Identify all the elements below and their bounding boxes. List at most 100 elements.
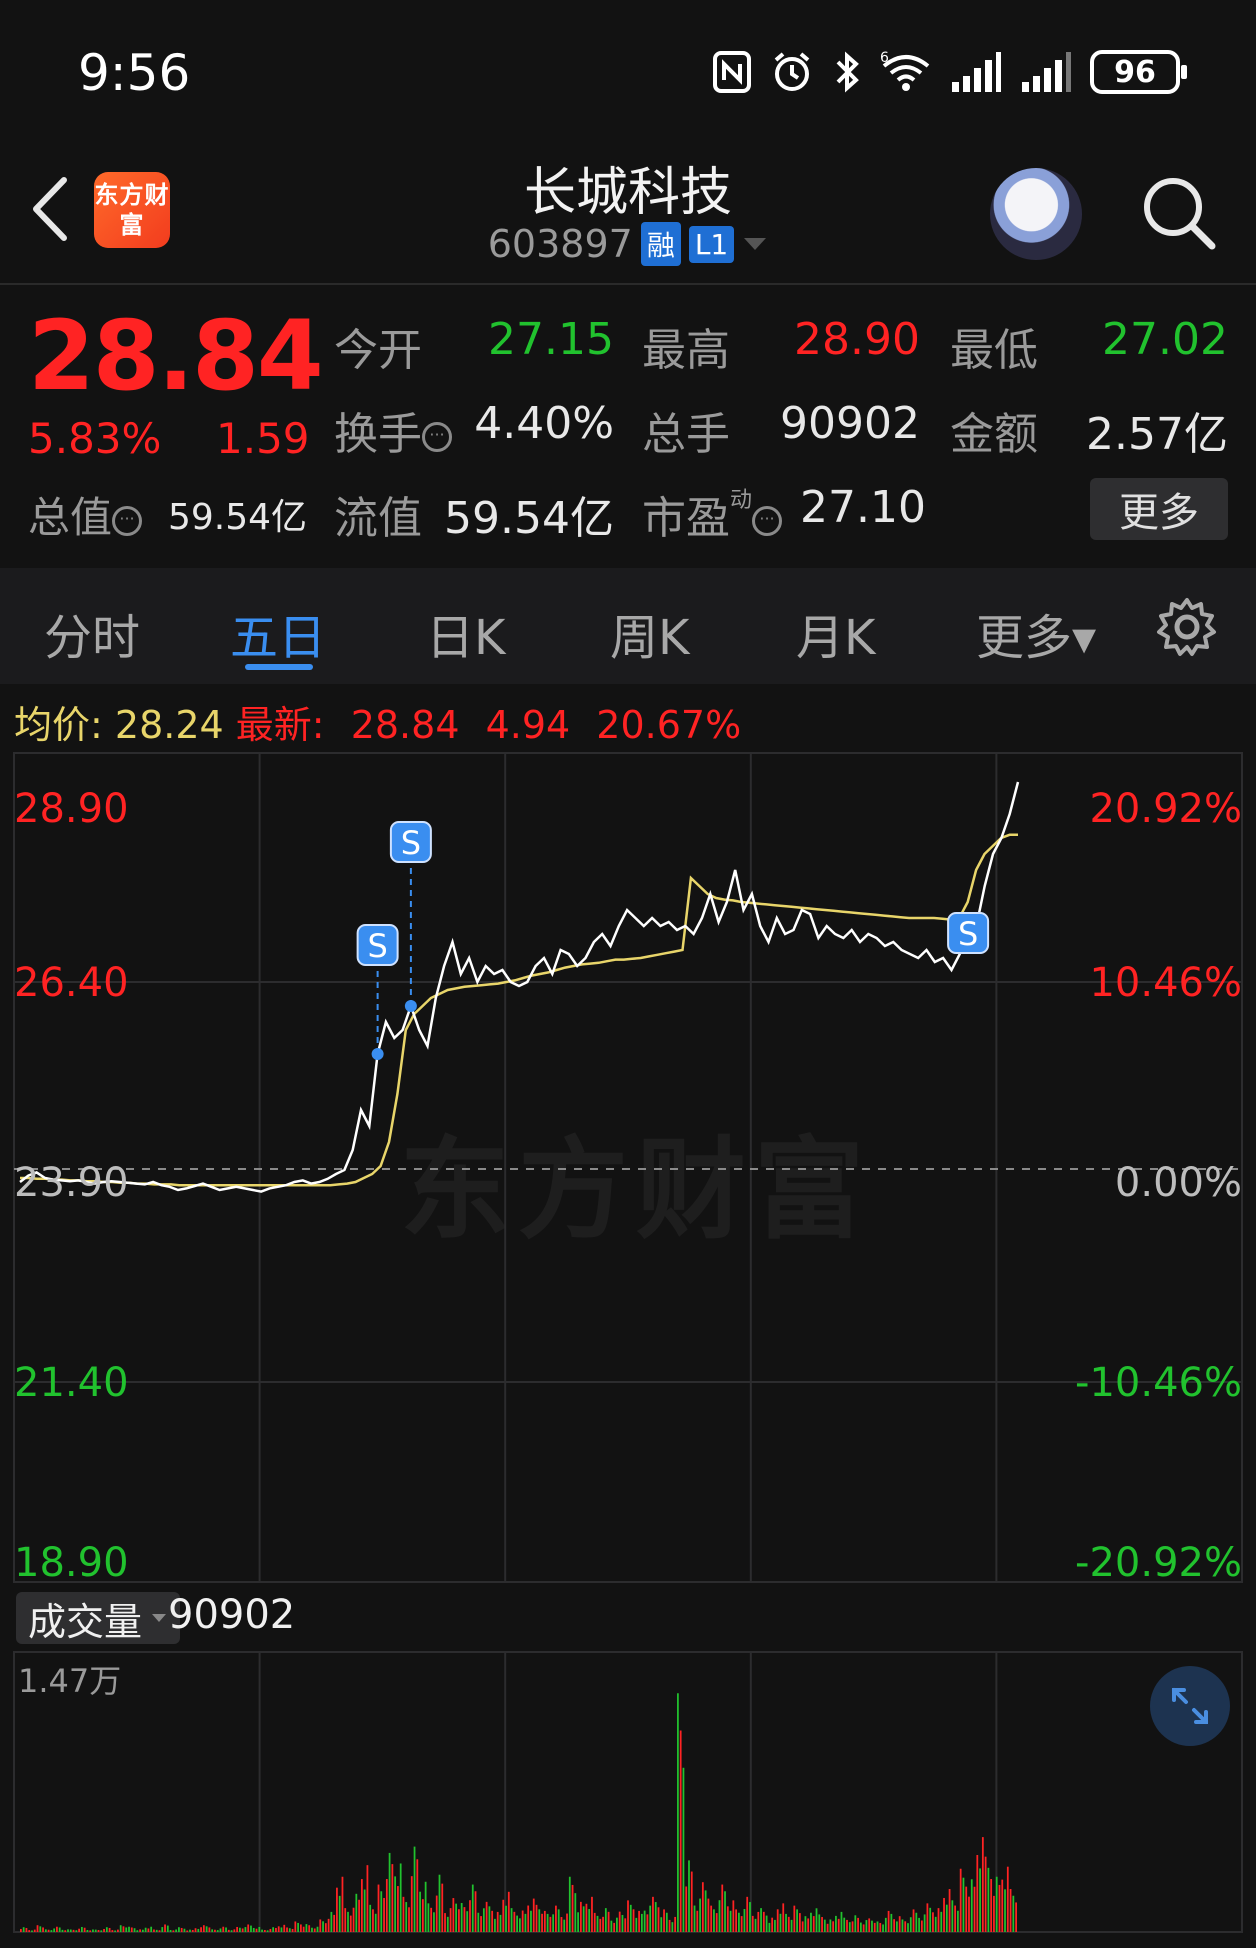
tab-intraday[interactable]: 分时: [44, 598, 140, 668]
volume-bar: [252, 1927, 255, 1932]
volume-bar: [189, 1929, 191, 1932]
volume-bar: [591, 1896, 593, 1932]
chart-grid: [13, 752, 1243, 1583]
volume-bar: [330, 1911, 333, 1932]
volume-bar: [901, 1919, 904, 1932]
volume-bar: [818, 1914, 821, 1932]
volume-bar: [94, 1929, 97, 1932]
volume-bar: [660, 1917, 663, 1932]
total-value-label[interactable]: 总值 ···: [28, 484, 143, 545]
tab-daily-k[interactable]: 日K: [426, 598, 505, 668]
active-tab-indicator: [245, 664, 313, 670]
search-icon[interactable]: [1142, 176, 1216, 250]
volume-bar: [718, 1900, 721, 1932]
volume-bar: [826, 1923, 829, 1932]
five-day-chart[interactable]: S S S 28.90 26.40 23.90 21.40 18.90 20.92% 10.4…: [0, 750, 1256, 1948]
expand-chart-button[interactable]: [1150, 1666, 1230, 1746]
volume-bar: [58, 1927, 61, 1932]
volume-bar: [69, 1929, 72, 1932]
volume-bar: [125, 1927, 128, 1932]
volume-indicator-select[interactable]: 成交量: [16, 1592, 181, 1644]
volume-bar: [524, 1913, 527, 1932]
volume-bar: [959, 1868, 962, 1932]
volume-bar: [976, 1854, 979, 1932]
volume-bar: [970, 1879, 973, 1932]
volume-bar: [890, 1913, 893, 1932]
volume-bar: [286, 1927, 288, 1932]
left-axis-tick: 23.90: [14, 1160, 129, 1206]
tab-more[interactable]: 更多▾: [976, 598, 1096, 668]
volume-bar: [762, 1911, 765, 1932]
volume-bar: [119, 1925, 122, 1932]
settings-gear-icon[interactable]: [1156, 596, 1218, 658]
volume-bar: [585, 1903, 588, 1932]
volume-bar: [341, 1876, 344, 1932]
info-icon[interactable]: ···: [422, 422, 452, 452]
volume-bar: [299, 1924, 302, 1932]
volume-bar: [957, 1910, 959, 1932]
change-amount: 1.59: [216, 414, 310, 463]
volume-bar: [482, 1908, 485, 1932]
volume-bar: [774, 1919, 776, 1932]
volume-bar: [266, 1930, 269, 1932]
volume-bar: [410, 1876, 413, 1932]
tab-five-day[interactable]: 五日: [230, 598, 326, 668]
volume-bar: [297, 1922, 299, 1932]
pe-label[interactable]: 市盈动···: [642, 482, 783, 546]
volume-bar: [990, 1879, 993, 1932]
volume-bar: [141, 1929, 144, 1932]
volume-bar: [20, 1928, 22, 1932]
volume-bar: [568, 1876, 571, 1932]
volume-bar: [574, 1893, 577, 1932]
volume-bar: [78, 1928, 80, 1932]
amount-label: 金额: [950, 409, 1038, 460]
volume-bar: [796, 1909, 798, 1932]
volume-bar: [250, 1925, 252, 1932]
volume-bar: [452, 1898, 455, 1932]
volume-max-label: 1.47万: [18, 1662, 122, 1700]
volume-bar: [871, 1920, 873, 1932]
current-price: 28.84: [28, 300, 324, 412]
volume-bar: [635, 1917, 638, 1932]
turnover-label[interactable]: 换手 ···: [334, 398, 452, 462]
more-button[interactable]: 更多: [1090, 478, 1228, 540]
signal-icon-2: [1022, 52, 1071, 92]
volume-bar: [732, 1900, 735, 1932]
volume-bar: [28, 1930, 31, 1932]
volume-bar: [114, 1930, 117, 1932]
volume-bar: [302, 1926, 305, 1932]
wifi-icon: 6: [880, 50, 930, 91]
volume-bar: [136, 1930, 139, 1932]
marker-dot: [371, 1048, 384, 1060]
info-icon[interactable]: ···: [112, 505, 143, 536]
tab-monthly-k[interactable]: 月K: [796, 598, 875, 668]
info-icon[interactable]: ···: [752, 506, 783, 536]
volume-bar: [923, 1914, 926, 1932]
volume-bar: [804, 1916, 807, 1932]
volume-bar: [22, 1927, 25, 1932]
volume-bar: [347, 1911, 349, 1932]
volume-bar: [896, 1921, 898, 1932]
volume-bar: [599, 1918, 602, 1932]
volume-bar: [391, 1864, 394, 1932]
volume-bar: [510, 1908, 513, 1932]
robot-avatar-icon[interactable]: [990, 168, 1082, 260]
sell-marker-label: S: [958, 915, 978, 953]
volume-bar: [53, 1928, 56, 1932]
volume-bar: [344, 1908, 347, 1932]
volume-bar: [1004, 1889, 1006, 1932]
volume-bar: [632, 1909, 635, 1932]
marker-dot: [404, 1000, 417, 1012]
volume-bar: [236, 1926, 239, 1932]
volume-bar: [710, 1905, 713, 1932]
volume-bar: [502, 1899, 505, 1932]
volume-bar: [219, 1928, 222, 1932]
volume-bar: [39, 1926, 42, 1932]
volume-bar: [787, 1916, 790, 1932]
volume-bar: [749, 1902, 751, 1932]
volume-bar: [186, 1930, 189, 1932]
tab-weekly-k[interactable]: 周K: [610, 598, 689, 668]
volume-bar: [108, 1927, 111, 1932]
volume-bar: [555, 1905, 557, 1932]
volume-bar: [75, 1930, 78, 1932]
